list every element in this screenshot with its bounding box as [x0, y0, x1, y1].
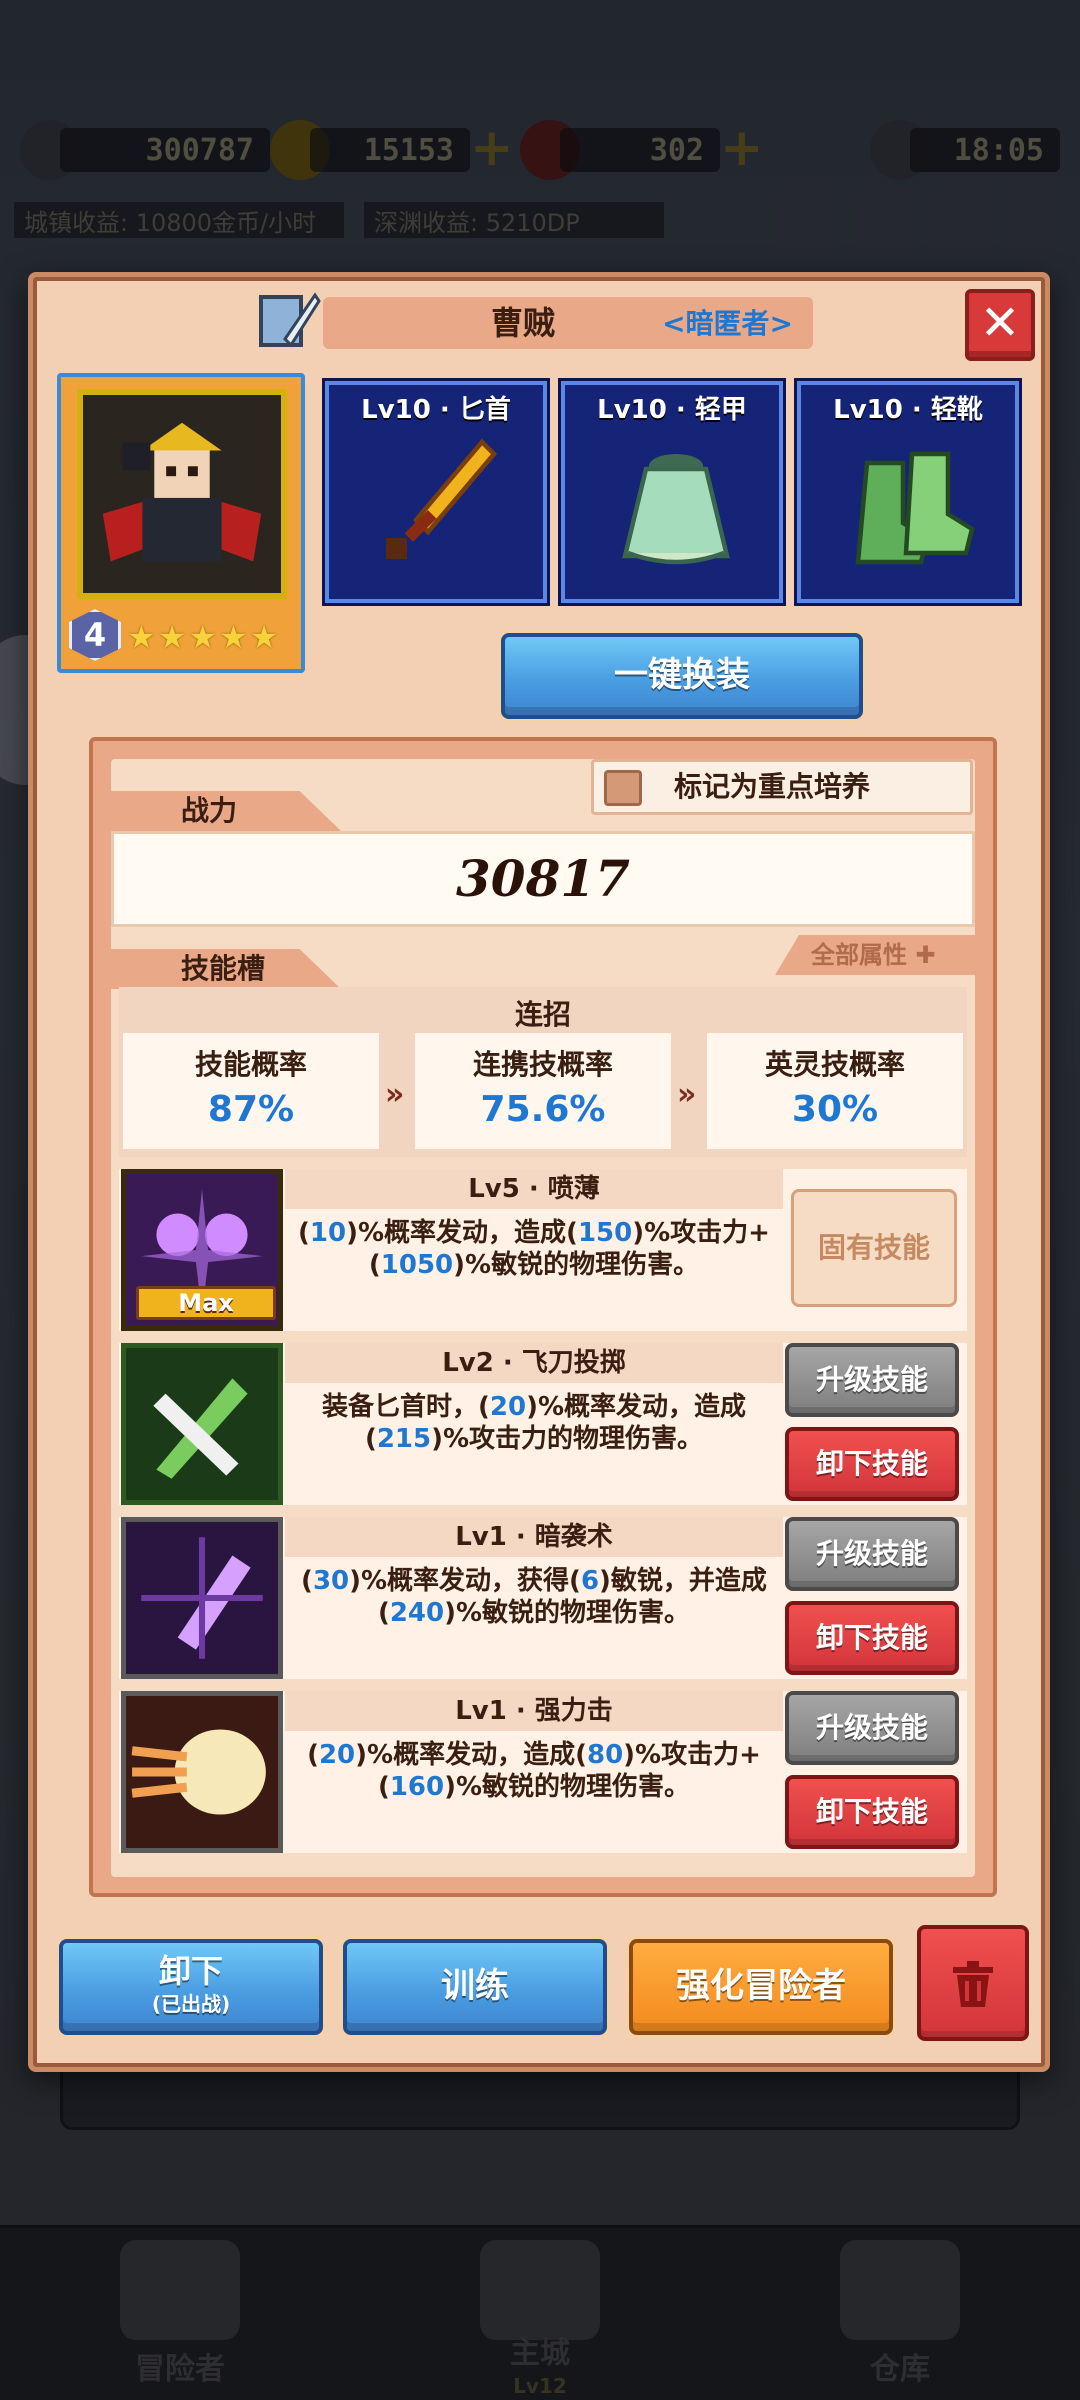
rate-spirit-value: 30% [791, 1089, 879, 1130]
skill-row: Lv1 · 暗袭术 (30)%概率发动，获得(6)敏锐，并造成(240)%敏锐的… [119, 1517, 967, 1679]
chevron-right-icon: » [385, 1077, 405, 1112]
unequip-skill-button[interactable]: 卸下技能 [785, 1775, 959, 1849]
hero-name: 曹贼 [490, 304, 555, 342]
max-badge: Max [136, 1286, 276, 1320]
hero-portrait[interactable]: 4 ★ ★ ★ ★ ★ [57, 373, 305, 673]
star-icon: ★ [249, 618, 279, 656]
skill-description: (30)%概率发动，获得(6)敏锐，并造成(240)%敏锐的物理伤害。 [301, 1566, 767, 1628]
combo-rates: 连招 技能概率 87% » 连携技概率 75.6% » 英灵技概率 30% [119, 987, 967, 1157]
power-display: 30817 [111, 831, 975, 927]
equip-slot-weapon[interactable]: Lv10 · 匕首 [325, 381, 547, 603]
upgrade-skill-button[interactable]: 升级技能 [785, 1691, 959, 1765]
mark-focus-checkbox[interactable] [604, 770, 642, 806]
skill-title: Lv5 · 喷薄 [285, 1169, 783, 1209]
equip-slot-armor[interactable]: Lv10 · 轻甲 [561, 381, 783, 603]
burst-skill-icon[interactable]: Max [121, 1169, 283, 1331]
skill-description: (20)%概率发动，造成(80)%攻击力+(160)%敏锐的物理伤害。 [307, 1740, 761, 1802]
hero-class: <暗匿者> [662, 307, 793, 340]
rate-chain-value: 75.6% [480, 1089, 606, 1130]
star-icon: ★ [157, 618, 187, 656]
equip-slot-boots[interactable]: Lv10 · 轻靴 [797, 381, 1019, 603]
trash-icon [953, 1961, 993, 2007]
skill-row: Max Lv5 · 喷薄 (10)%概率发动，造成(150)%攻击力+(1050… [119, 1169, 967, 1331]
throwing-knife-skill-icon[interactable] [121, 1343, 283, 1505]
light-boots-icon [855, 451, 975, 565]
auto-equip-button[interactable]: 一键换装 [501, 633, 863, 719]
hero-stars: ★ ★ ★ ★ ★ [127, 619, 278, 655]
power-strike-skill-icon[interactable] [121, 1691, 283, 1853]
train-button[interactable]: 训练 [343, 1939, 607, 2035]
skill-title: Lv1 · 强力击 [285, 1691, 783, 1731]
star-icon: ★ [188, 618, 218, 656]
title-bar: 曹贼 <暗匿者> [323, 297, 813, 349]
skill-row: Lv1 · 强力击 (20)%概率发动，造成(80)%攻击力+(160)%敏锐的… [119, 1691, 967, 1853]
unequip-hero-label: 卸下 [158, 1952, 223, 1990]
all-attributes-button[interactable]: 全部属性 ✚ [775, 935, 975, 975]
rate-skill: 技能概率 87% [123, 1033, 379, 1149]
hero-info-panel: 战力 标记为重点培养 30817 全部属性 ✚ 技能槽 连招 技能概率 87% … [89, 737, 997, 1897]
hero-detail-dialog: 曹贼 <暗匿者> ✕ 4 ★ ★ ★ ★ ★ Lv10 · 匕首 Lv10 · … [28, 272, 1050, 2072]
delete-hero-button[interactable] [917, 1925, 1029, 2041]
close-button[interactable]: ✕ [965, 289, 1035, 361]
feather-scroll-icon [255, 289, 321, 353]
skill-description: 装备匕首时，(20)%概率发动，造成(215)%攻击力的物理伤害。 [321, 1392, 746, 1454]
equip-slot-weapon-label: Lv10 · 匕首 [361, 395, 511, 425]
rate-spirit-label: 英灵技概率 [764, 1048, 905, 1081]
rate-chain-label: 连携技概率 [472, 1048, 613, 1081]
innate-skill-label: 固有技能 [791, 1189, 957, 1307]
hero-info-scroll[interactable]: 战力 标记为重点培养 30817 全部属性 ✚ 技能槽 连招 技能概率 87% … [111, 759, 975, 1877]
dagger-icon [386, 438, 498, 559]
rate-spirit: 英灵技概率 30% [707, 1033, 963, 1149]
rate-skill-label: 技能概率 [194, 1048, 307, 1081]
star-icon: ★ [127, 618, 156, 656]
mark-focus-toggle[interactable]: 标记为重点培养 [591, 759, 973, 815]
equip-slot-boots-label: Lv10 · 轻靴 [833, 395, 983, 425]
rate-skill-value: 87% [207, 1089, 295, 1130]
skill-title: Lv2 · 飞刀投掷 [285, 1343, 783, 1383]
combo-title: 连招 [514, 998, 571, 1031]
light-armor-icon [622, 454, 730, 565]
star-icon: ★ [219, 618, 248, 656]
power-value: 30817 [456, 849, 630, 908]
hero-level-badge: 4 [69, 609, 121, 661]
upgrade-skill-button[interactable]: 升级技能 [785, 1517, 959, 1591]
power-tab: 战力 [111, 791, 341, 831]
skill-row: Lv2 · 飞刀投掷 装备匕首时，(20)%概率发动，造成(215)%攻击力的物… [119, 1343, 967, 1505]
enhance-hero-button[interactable]: 强化冒险者 [629, 1939, 893, 2035]
upgrade-skill-button[interactable]: 升级技能 [785, 1343, 959, 1417]
unequip-skill-button[interactable]: 卸下技能 [785, 1601, 959, 1675]
hero-avatar [77, 389, 287, 599]
chevron-right-icon: » [677, 1077, 697, 1112]
skill-description: (10)%概率发动，造成(150)%攻击力+(1050)%敏锐的物理伤害。 [298, 1218, 770, 1280]
ambush-skill-icon[interactable] [121, 1517, 283, 1679]
skills-tab: 技能槽 [111, 949, 341, 989]
unequip-hero-button[interactable]: 卸下 (已出战) [59, 1939, 323, 2035]
equip-slot-armor-label: Lv10 · 轻甲 [597, 395, 747, 425]
skill-title: Lv1 · 暗袭术 [285, 1517, 783, 1557]
rate-chain: 连携技概率 75.6% [415, 1033, 671, 1149]
unequip-skill-button[interactable]: 卸下技能 [785, 1427, 959, 1501]
mark-focus-label: 标记为重点培养 [674, 770, 871, 803]
unequip-hero-sublabel: (已出战) [151, 1992, 231, 2016]
